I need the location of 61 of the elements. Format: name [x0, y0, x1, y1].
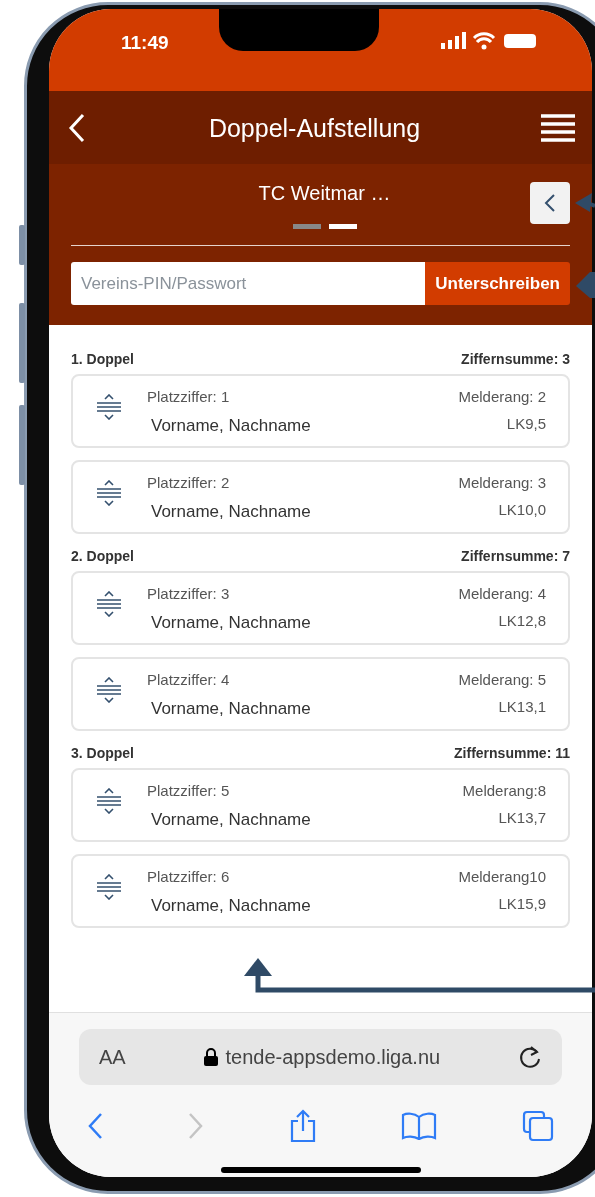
player-card[interactable]: Platzziffer: 4 Vorname, Nachname Melderang: 5 LK13,1 [71, 657, 570, 731]
pin-field[interactable]: Vereins-PIN/Passwort [71, 262, 426, 305]
doubles-title: 3. Doppel [71, 744, 134, 763]
drag-handle-icon[interactable] [95, 874, 123, 900]
player-card[interactable]: Platzziffer: 3 Vorname, Nachname Melderang: 4 LK12,8 [71, 571, 570, 645]
annotation-arrow [576, 272, 595, 298]
chevron-left-icon [544, 194, 556, 212]
performance-class: LK12,8 [498, 610, 546, 631]
url-text: tende-appsdemo.liga.nu [225, 1045, 441, 1070]
page-indicator[interactable] [328, 224, 357, 229]
drag-handle-icon[interactable] [95, 788, 123, 814]
previous-button[interactable] [530, 182, 570, 224]
doubles-title: 1. Doppel [71, 350, 134, 369]
digit-sum: Ziffernsumme: 11 [454, 744, 570, 763]
performance-class: LK10,0 [498, 499, 546, 520]
player-card[interactable]: Platzziffer: 1 Vorname, Nachname Melderang: 2 LK9,5 [71, 374, 570, 448]
performance-class: LK9,5 [506, 413, 546, 434]
drag-handle-icon[interactable] [95, 677, 123, 703]
position-number: Platzziffer: 1 [147, 387, 231, 407]
registration-rank: Melderang: 3 [458, 473, 546, 493]
page-title: Doppel-Aufstellung [208, 112, 421, 143]
player-card[interactable]: Platzziffer: 6 Vorname, Nachname Melderang10 LK15,9 [71, 854, 570, 928]
drag-handle-icon[interactable] [95, 591, 123, 617]
player-card[interactable]: Platzziffer: 2 Vorname, Nachname Melderang: 3 LK10,0 [71, 460, 570, 534]
sign-button[interactable]: Unterschreiben [425, 262, 570, 305]
registration-rank: Melderang10 [458, 867, 546, 887]
digit-sum: Ziffernsumme: 3 [461, 350, 570, 369]
annotation-arrow [575, 193, 595, 212]
book-icon[interactable] [401, 1112, 438, 1140]
performance-class: LK15,9 [498, 893, 546, 914]
digit-sum: Ziffernsumme: 7 [461, 547, 570, 566]
player-name: Vorname, Nachname [151, 414, 312, 437]
position-number: Platzziffer: 4 [147, 670, 231, 690]
registration-rank: Melderang: 2 [458, 387, 546, 407]
position-number: Platzziffer: 2 [147, 473, 231, 493]
player-name: Vorname, Nachname [151, 500, 312, 523]
player-card[interactable]: Platzziffer: 5 Vorname, Nachname Melderang:8 LK13,7 [71, 768, 570, 842]
share-icon[interactable] [288, 1109, 317, 1143]
position-number: Platzziffer: 5 [147, 781, 231, 801]
address-bar[interactable]: AA tende-appsdemo.liga.nu [79, 1029, 562, 1085]
position-number: Platzziffer: 3 [147, 584, 231, 604]
drag-handle-icon[interactable] [95, 394, 123, 420]
team-name: TC Weitmar … [258, 181, 391, 206]
reload-icon[interactable] [518, 1044, 542, 1070]
player-name: Vorname, Nachname [151, 894, 312, 917]
performance-class: LK13,1 [498, 696, 546, 717]
performance-class: LK13,7 [498, 807, 546, 828]
tabs-icon[interactable] [522, 1110, 554, 1142]
player-name: Vorname, Nachname [151, 697, 312, 720]
doubles-title: 2. Doppel [71, 547, 134, 566]
status-time: 11:49 [121, 31, 169, 55]
registration-rank: Melderang:8 [462, 781, 546, 801]
menu-icon[interactable] [540, 112, 576, 143]
player-name: Vorname, Nachname [151, 611, 312, 634]
player-name: Vorname, Nachname [151, 808, 312, 831]
registration-rank: Melderang: 5 [458, 670, 546, 690]
lock-icon [203, 1048, 218, 1066]
text-size-button[interactable]: AA [99, 1042, 126, 1072]
position-number: Platzziffer: 6 [147, 867, 231, 887]
registration-rank: Melderang: 4 [458, 584, 546, 604]
drag-handle-icon[interactable] [95, 480, 123, 506]
